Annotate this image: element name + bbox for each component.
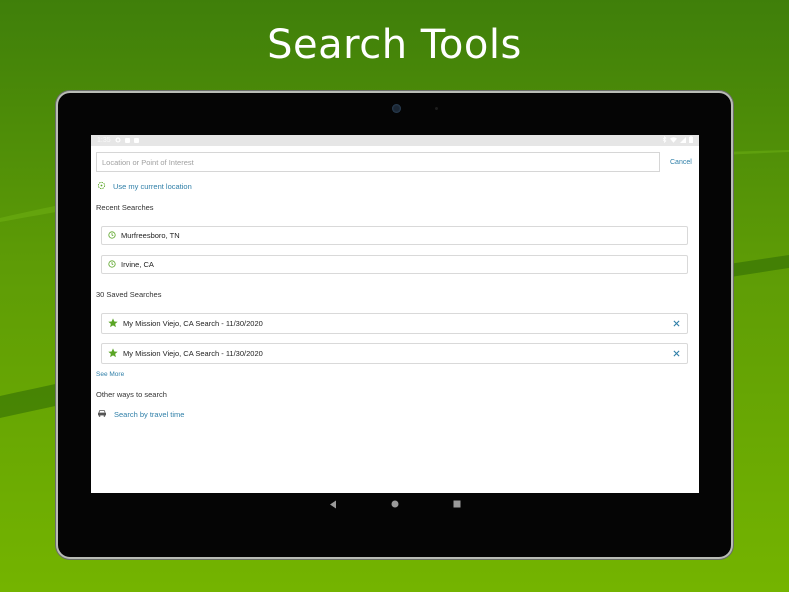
close-icon[interactable] — [671, 349, 681, 359]
star-icon — [108, 347, 118, 360]
search-by-travel-time-label: Search by travel time — [114, 409, 185, 419]
search-by-travel-time-button[interactable]: Search by travel time — [97, 409, 184, 419]
use-current-location-label: Use my current location — [113, 182, 192, 191]
see-more-link[interactable]: See More — [96, 371, 124, 378]
saved-search-label: My Mission Viejo, CA Search - 11/30/2020 — [123, 319, 263, 328]
recent-search-item[interactable]: Irvine, CA — [101, 255, 688, 274]
cancel-button[interactable]: Cancel — [670, 159, 692, 166]
app-screen: 1:35 Location or Point of Interest Cance… — [91, 135, 699, 515]
signal-icon — [680, 136, 686, 145]
camera-icon — [392, 104, 401, 113]
wifi-icon — [670, 136, 677, 145]
saved-search-label: My Mission Viejo, CA Search - 11/30/2020 — [123, 349, 263, 358]
saved-searches-title: 30 Saved Searches — [96, 290, 162, 299]
status-bar: 1:35 — [91, 135, 699, 146]
android-nav-bar — [91, 493, 699, 515]
search-input[interactable] — [96, 152, 660, 172]
saved-search-item[interactable]: My Mission Viejo, CA Search - 11/30/2020 — [101, 313, 688, 334]
notification-icon — [124, 138, 130, 143]
headline: Search Tools — [267, 22, 522, 68]
status-time: 1:35 — [97, 137, 111, 144]
close-icon[interactable] — [671, 319, 681, 329]
settings-icon — [115, 136, 121, 145]
clock-icon — [108, 259, 116, 270]
car-icon — [97, 409, 107, 419]
sim-icon — [133, 138, 139, 143]
use-current-location-button[interactable]: Use my current location — [97, 181, 192, 192]
sensor-dot — [435, 107, 438, 110]
bluetooth-icon — [662, 135, 667, 145]
home-icon[interactable] — [390, 499, 400, 509]
recent-search-label: Irvine, CA — [121, 260, 154, 269]
search-bar: Cancel — [96, 152, 696, 172]
clock-icon — [108, 230, 116, 241]
recent-searches-title: Recent Searches — [96, 203, 154, 212]
recents-icon[interactable] — [452, 499, 462, 509]
tablet-frame: 1:35 Location or Point of Interest Cance… — [58, 93, 731, 557]
back-icon[interactable] — [328, 499, 338, 509]
recent-search-item[interactable]: Murfreesboro, TN — [101, 226, 688, 245]
crosshair-icon — [97, 181, 106, 192]
battery-icon — [689, 136, 693, 145]
saved-search-item[interactable]: My Mission Viejo, CA Search - 11/30/2020 — [101, 343, 688, 364]
recent-search-label: Murfreesboro, TN — [121, 231, 180, 240]
other-ways-title: Other ways to search — [96, 390, 167, 399]
star-icon — [108, 317, 118, 330]
